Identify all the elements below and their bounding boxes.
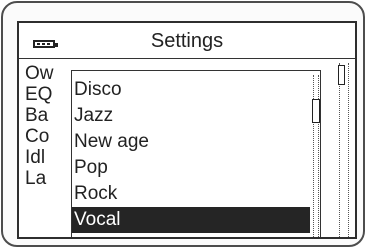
screen: Settings Ow EQ Ba Co Idl La Disco Jazz N… xyxy=(17,21,357,239)
eq-option-list: Disco Jazz New age Pop Rock Vocal xyxy=(72,77,310,233)
menu-scrollbar[interactable] xyxy=(338,63,349,237)
eq-popup: Disco Jazz New age Pop Rock Vocal xyxy=(71,70,321,237)
eq-option-disco[interactable]: Disco xyxy=(72,77,310,103)
header: Settings xyxy=(19,23,355,59)
menu-scroll-thumb[interactable] xyxy=(338,65,345,85)
popup-scroll-thumb[interactable] xyxy=(312,99,320,123)
popup-scrollbar[interactable] xyxy=(312,75,320,237)
eq-option-new-age[interactable]: New age xyxy=(72,129,310,155)
device-frame: Settings Ow EQ Ba Co Idl La Disco Jazz N… xyxy=(1,1,365,247)
eq-option-pop[interactable]: Pop xyxy=(72,155,310,181)
eq-option-rock[interactable]: Rock xyxy=(72,181,310,207)
eq-option-vocal[interactable]: Vocal xyxy=(72,207,310,233)
page-title: Settings xyxy=(150,30,224,52)
eq-option-jazz[interactable]: Jazz xyxy=(72,103,310,129)
